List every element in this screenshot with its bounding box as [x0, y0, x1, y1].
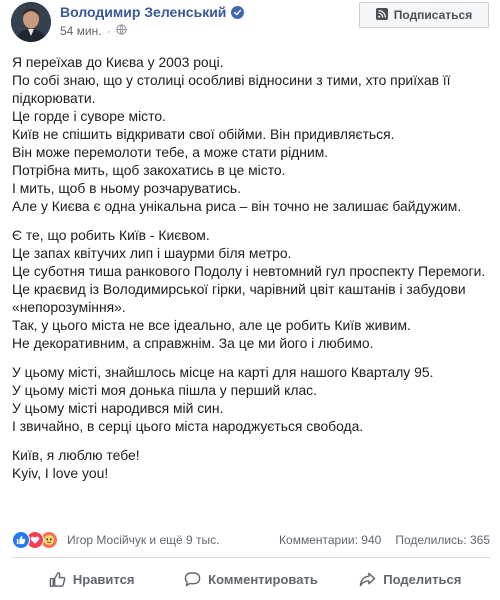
post-line: І звичайно, в серці цього міста народжує…	[12, 418, 364, 434]
engagement-counts: Комментарии: 940 Поделились: 365	[279, 533, 490, 547]
like-reaction-icon	[12, 531, 30, 549]
post-line: І мить, щоб в ньому розчаруватись.	[12, 180, 242, 196]
post-timestamp[interactable]: 54 мин.	[60, 24, 102, 38]
thumbs-up-icon	[49, 571, 66, 588]
post-line: Не декоративним, а справжнім. За це ми й…	[12, 335, 374, 351]
post-line: Але у Києва є одна унікальна риса – він …	[12, 198, 462, 214]
post-paragraph: Є те, що робить Київ - Києвом. Це запах …	[12, 226, 492, 352]
shares-count-link[interactable]: Поделились: 365	[395, 533, 490, 547]
reaction-icons[interactable]	[12, 531, 58, 549]
post-line: Київ не спішить відкривати свої обійми. …	[12, 126, 395, 142]
avatar[interactable]	[11, 2, 51, 42]
post-paragraph: Я переїхав до Києва у 2003 році. По собі…	[12, 53, 492, 215]
reactions-bar: Игор Мосійчук и ещё 9 тыс. Комментарии: …	[12, 530, 490, 550]
profile-photo	[11, 2, 51, 42]
post-line: У цьому місті моя донька пішла у перший …	[12, 382, 317, 398]
comment-label: Комментировать	[208, 571, 318, 587]
like-label: Нравится	[72, 571, 135, 587]
post-line: Потрібна мить, щоб закохатись в це місто…	[12, 162, 286, 178]
post-line: Це краєвид із Володимирської гірки, чарі…	[12, 281, 466, 315]
subscribe-label: Подписаться	[393, 8, 473, 22]
post-text: Я переїхав до Києва у 2003 році. По собі…	[12, 53, 492, 482]
post-line: Це горде і суворе місто.	[12, 108, 166, 124]
post-line: Це суботня тиша ранкового Подолу і невто…	[12, 263, 486, 279]
separator-dot: ·	[106, 24, 111, 38]
post-meta: 54 мин. ·	[60, 24, 127, 38]
comment-button[interactable]: Комментировать	[171, 563, 330, 595]
post-line: По собі знаю, що у столиці особливі відн…	[12, 72, 451, 106]
reactors-link[interactable]: Игор Мосійчук и ещё 9 тыс.	[67, 533, 219, 547]
post-line: Київ, я люблю тебе!	[12, 447, 140, 463]
like-button[interactable]: Нравится	[12, 563, 171, 595]
verified-badge-icon	[231, 5, 245, 19]
globe-icon	[115, 24, 127, 38]
comment-bubble-icon	[184, 571, 201, 588]
post-line: У цьому місті, знайшлось місце на карті …	[12, 364, 434, 380]
author-name[interactable]: Володимир Зеленський	[60, 4, 226, 20]
divider	[12, 557, 490, 558]
post-line: Є те, що робить Київ - Києвом.	[12, 227, 210, 243]
subscribe-button[interactable]: Подписаться	[359, 2, 489, 28]
post-line: Це запах квітучих лип і шаурми біля метр…	[12, 245, 292, 261]
post-header: Володимир Зеленський 54 мин. · Подписать…	[0, 0, 500, 46]
post-line: У цьому місті народився мій син.	[12, 400, 224, 416]
post-line: Він може перемолоти тебе, а може стати р…	[12, 144, 329, 160]
post-paragraph: У цьому місті, знайшлось місце на карті …	[12, 363, 492, 435]
post-line: Я переїхав до Києва у 2003 році.	[12, 54, 224, 70]
share-label: Поделиться	[383, 571, 462, 587]
comments-count-link[interactable]: Комментарии: 940	[279, 533, 381, 547]
post-line: Так, у цього міста не все ідеально, але …	[12, 317, 411, 333]
share-button[interactable]: Поделиться	[331, 563, 490, 595]
post-line: Kyiv, I love you!	[12, 465, 109, 481]
author-row: Володимир Зеленський	[60, 4, 245, 20]
share-arrow-icon	[359, 571, 376, 588]
post-paragraph: Київ, я люблю тебе! Kyiv, I love you!	[12, 446, 492, 482]
rss-icon	[375, 7, 388, 23]
action-bar: Нравится Комментировать Поделиться	[12, 562, 490, 596]
